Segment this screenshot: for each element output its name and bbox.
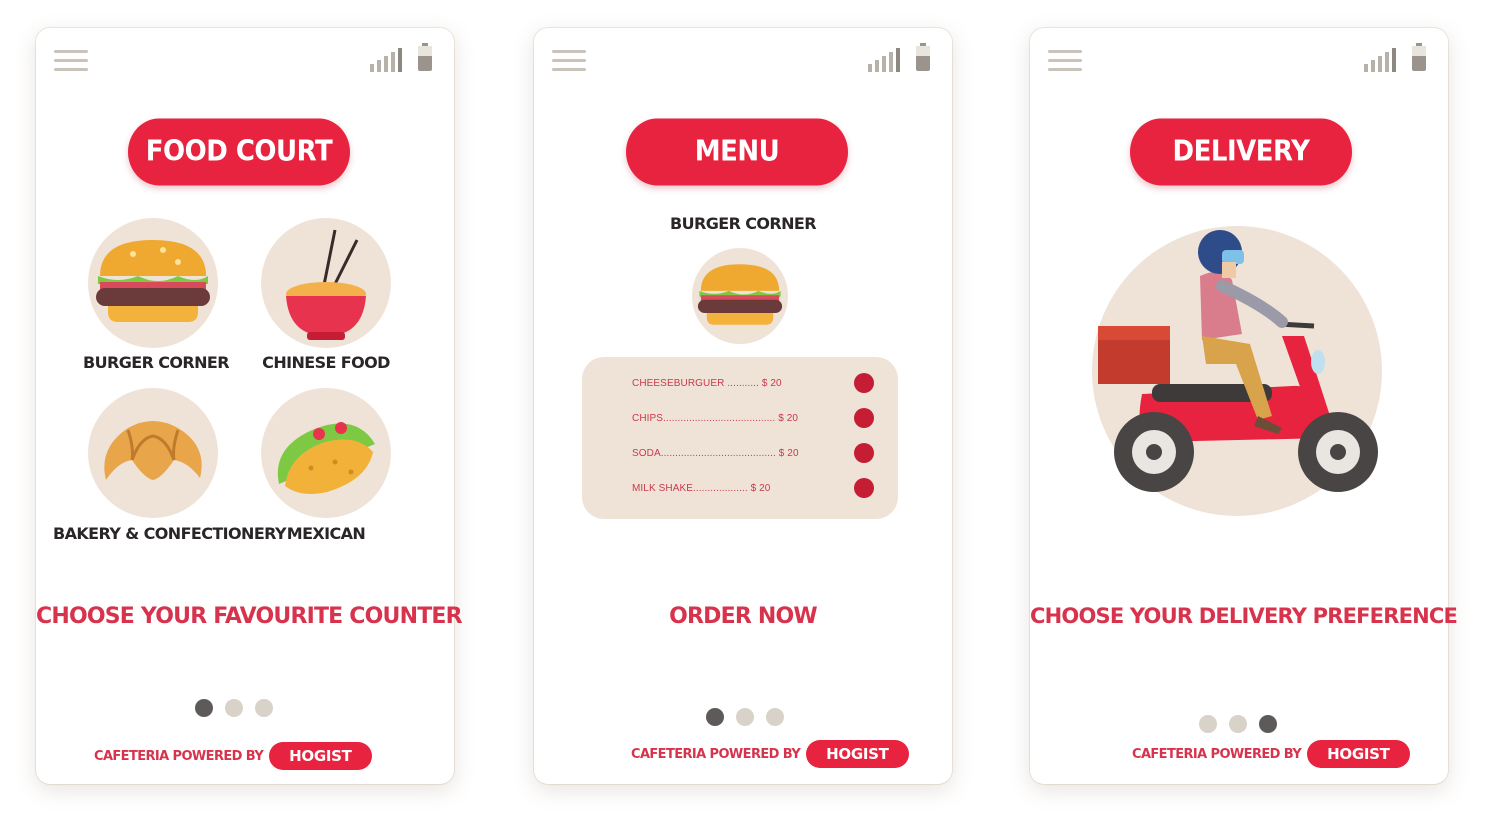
food-court-screen: FOOD COURT BURGER CORNER CHINESE FOOD BA… (36, 28, 463, 784)
powered-by-text: CAFETERIA POWERED BY (631, 746, 801, 762)
add-item-button[interactable] (854, 373, 874, 393)
delivery-title-button[interactable]: DELIVERY (1130, 118, 1352, 186)
menu-item-text: CHEESEBURGUER ........... $ 20 (632, 377, 782, 389)
burger-corner-counter[interactable] (88, 218, 218, 348)
menu-item-text: SODA....................................… (632, 447, 799, 459)
page-dot-2[interactable] (225, 699, 243, 717)
order-now-button[interactable]: ORDER NOW (534, 604, 952, 629)
page-dot-3[interactable] (255, 699, 273, 717)
powered-by-text: CAFETERIA POWERED BY (1132, 746, 1302, 762)
footer-powered-by: CAFETERIA POWERED BY HOGIST (1132, 740, 1410, 768)
counter-label-burger: BURGER CORNER (83, 353, 230, 372)
menu-item-milk-shake[interactable]: MILK SHAKE................... $ 20 (632, 476, 892, 500)
burger-icon (697, 264, 783, 325)
chinese-food-counter[interactable] (261, 218, 391, 348)
counter-name-heading: BURGER CORNER (670, 214, 817, 233)
menu-item-text: MILK SHAKE................... $ 20 (632, 482, 771, 494)
page-dot-2[interactable] (736, 708, 754, 726)
counter-label-mexican: MEXICAN (286, 524, 366, 543)
counter-label-chinese: CHINESE FOOD (262, 353, 390, 372)
choose-counter-tagline: CHOOSE YOUR FAVOURITE COUNTER (36, 604, 463, 629)
powered-by-text: CAFETERIA POWERED BY (94, 748, 264, 764)
taco-icon (277, 422, 375, 494)
burger-icon (96, 240, 210, 322)
page-dot-2[interactable] (1229, 715, 1247, 733)
signal-icon (1364, 46, 1400, 72)
food-court-title-button[interactable]: FOOD COURT (128, 118, 350, 186)
burger-thumbnail (692, 248, 788, 344)
hogist-brand-button[interactable]: HOGIST (806, 740, 909, 768)
delivery-screen: DELIVERY CHOOSE YOUR DELIVERY PREFERENCE… (1030, 28, 1458, 784)
battery-icon (1412, 43, 1426, 71)
signal-icon (868, 46, 904, 72)
scooter-delivery-rider-illustration (1098, 230, 1378, 492)
hogist-brand-button[interactable]: HOGIST (269, 742, 372, 770)
mexican-counter[interactable] (261, 388, 391, 518)
bakery-counter[interactable] (88, 388, 218, 518)
page-dot-1[interactable] (195, 699, 213, 717)
signal-icon (370, 46, 406, 72)
menu-list-card: CHEESEBURGUER ........... $ 20 CHIPS....… (582, 357, 898, 519)
menu-item-cheeseburger[interactable]: CHEESEBURGUER ........... $ 20 (632, 371, 892, 395)
add-item-button[interactable] (854, 443, 874, 463)
battery-icon (916, 43, 930, 71)
page-indicator (195, 699, 273, 717)
page-indicator (1199, 715, 1277, 733)
page-indicator (706, 708, 784, 726)
page-dot-3[interactable] (1259, 715, 1277, 733)
add-item-button[interactable] (854, 408, 874, 428)
menu-item-soda[interactable]: SODA....................................… (632, 441, 892, 465)
hamburger-menu-icon[interactable] (54, 50, 88, 72)
counter-label-bakery: BAKERY & CONFECTIONERY (53, 524, 287, 543)
page-dot-1[interactable] (706, 708, 724, 726)
page-dot-3[interactable] (766, 708, 784, 726)
footer-powered-by: CAFETERIA POWERED BY HOGIST (94, 742, 372, 770)
page-dot-1[interactable] (1199, 715, 1217, 733)
menu-title-button[interactable]: MENU (626, 118, 848, 186)
hamburger-menu-icon[interactable] (552, 50, 586, 72)
noodle-bowl-icon (286, 229, 366, 340)
footer-powered-by: CAFETERIA POWERED BY HOGIST (631, 740, 909, 768)
hamburger-menu-icon[interactable] (1048, 50, 1082, 72)
add-item-button[interactable] (854, 478, 874, 498)
croissant-icon (104, 421, 202, 480)
menu-item-chips[interactable]: CHIPS...................................… (632, 406, 892, 430)
hogist-brand-button[interactable]: HOGIST (1307, 740, 1410, 768)
menu-screen: MENU BURGER CORNER CHEESEBURGUER .......… (534, 28, 952, 784)
menu-item-text: CHIPS...................................… (632, 412, 799, 424)
delivery-illustration (1092, 226, 1382, 516)
battery-icon (418, 43, 432, 71)
delivery-preference-tagline: CHOOSE YOUR DELIVERY PREFERENCE (1030, 604, 1458, 628)
